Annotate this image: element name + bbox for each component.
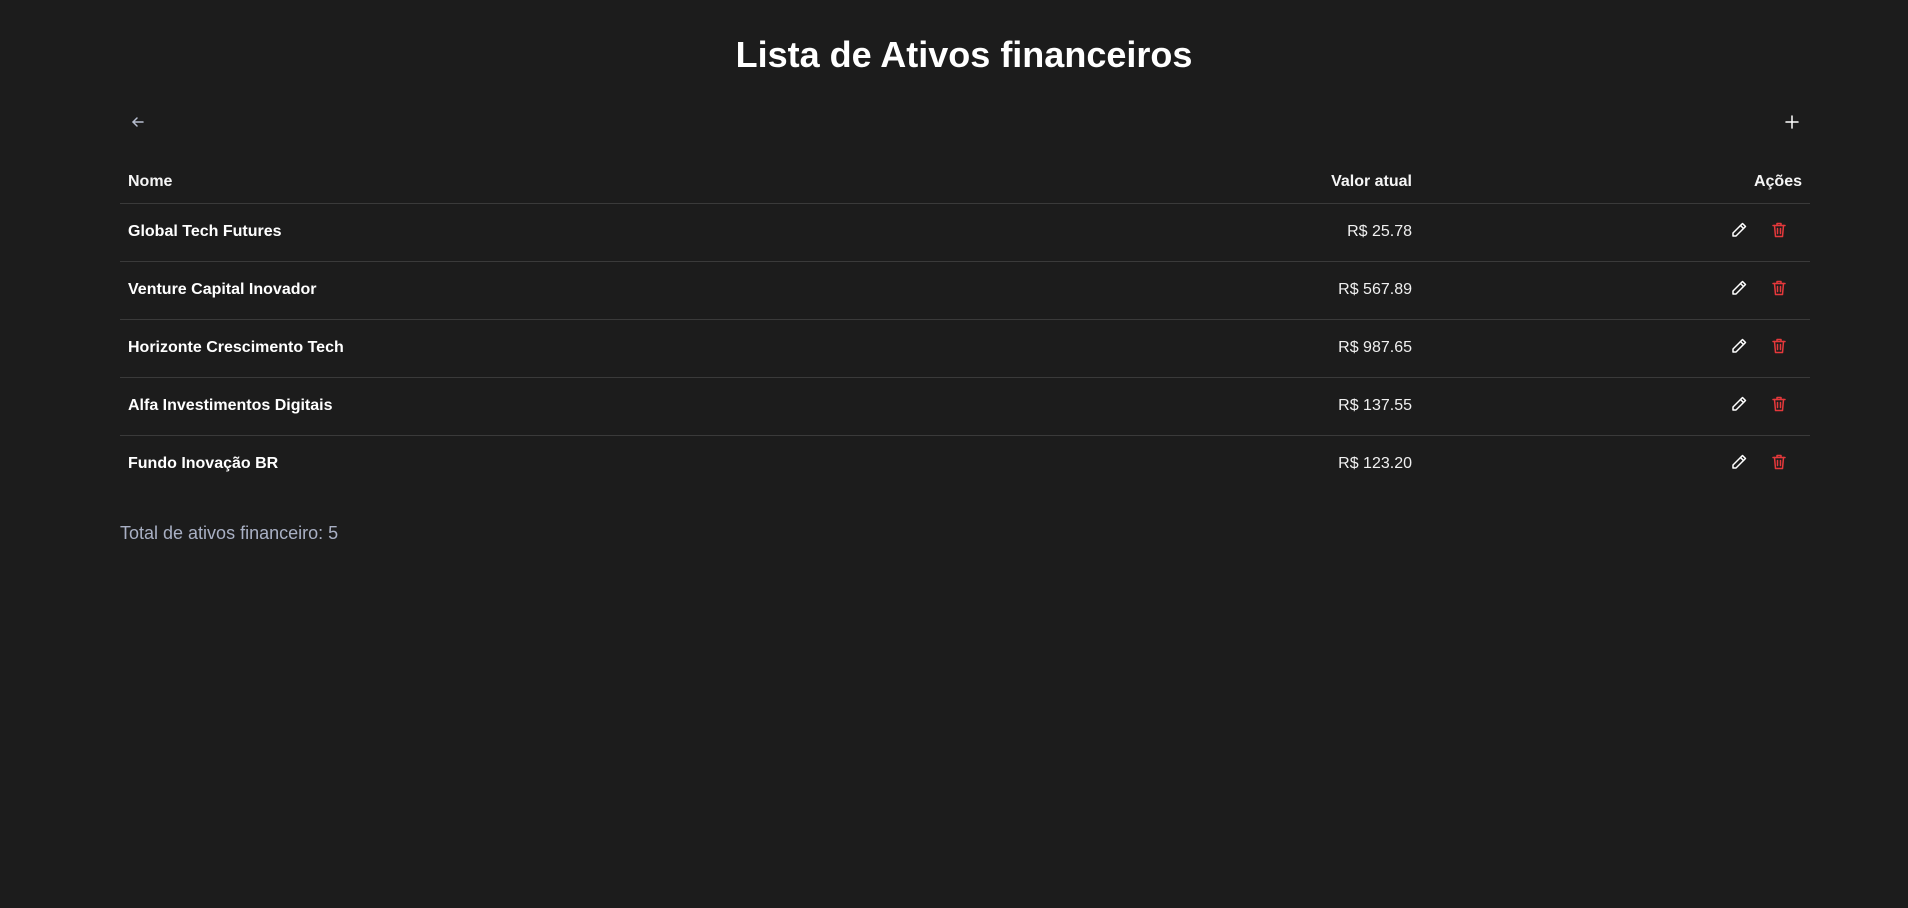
toolbar [120, 108, 1810, 136]
asset-value: R$ 25.78 [1347, 223, 1412, 240]
row-actions [1726, 335, 1792, 361]
row-actions [1726, 451, 1792, 477]
total-assets-count: Total de ativos financeiro: 5 [120, 523, 339, 543]
delete-button[interactable] [1766, 451, 1792, 477]
assets-table: Nome Valor atual Ações Global Tech Futur… [120, 162, 1810, 493]
table-row: Alfa Investimentos Digitais R$ 137.55 [120, 378, 1810, 436]
column-header-actions: Ações [1753, 173, 1802, 190]
table-row: Fundo Inovação BR R$ 123.20 [120, 436, 1810, 493]
row-actions [1726, 277, 1792, 303]
table-row: Venture Capital Inovador R$ 567.89 [120, 262, 1810, 320]
edit-button[interactable] [1726, 393, 1752, 419]
arrow-left-icon [130, 114, 146, 130]
plus-icon [1784, 114, 1800, 130]
row-actions [1726, 219, 1792, 245]
delete-button[interactable] [1766, 335, 1792, 361]
asset-name: Horizonte Crescimento Tech [128, 339, 344, 356]
asset-name: Fundo Inovação BR [128, 455, 279, 472]
edit-button[interactable] [1726, 451, 1752, 477]
table-row: Global Tech Futures R$ 25.78 [120, 204, 1810, 262]
pencil-icon [1730, 453, 1748, 476]
edit-button[interactable] [1726, 219, 1752, 245]
delete-button[interactable] [1766, 277, 1792, 303]
add-asset-button[interactable] [1774, 108, 1810, 136]
edit-button[interactable] [1726, 277, 1752, 303]
delete-button[interactable] [1766, 219, 1792, 245]
table-header: Nome Valor atual Ações [120, 162, 1810, 204]
edit-button[interactable] [1726, 335, 1752, 361]
asset-value: R$ 123.20 [1338, 455, 1412, 472]
pencil-icon [1730, 279, 1748, 302]
asset-name: Alfa Investimentos Digitais [128, 397, 333, 414]
delete-button[interactable] [1766, 393, 1792, 419]
asset-value: R$ 987.65 [1338, 339, 1412, 356]
pencil-icon [1730, 221, 1748, 244]
table-row: Horizonte Crescimento Tech R$ 987.65 [120, 320, 1810, 378]
pencil-icon [1730, 337, 1748, 360]
trash-icon [1770, 395, 1788, 418]
row-actions [1726, 393, 1792, 419]
trash-icon [1770, 221, 1788, 244]
trash-icon [1770, 453, 1788, 476]
asset-value: R$ 137.55 [1338, 397, 1412, 414]
asset-name: Global Tech Futures [128, 223, 282, 240]
trash-icon [1770, 279, 1788, 302]
pencil-icon [1730, 395, 1748, 418]
column-header-name: Nome [128, 173, 173, 190]
trash-icon [1770, 337, 1788, 360]
back-button[interactable] [120, 108, 156, 136]
column-header-value: Valor atual [1331, 173, 1412, 190]
asset-value: R$ 567.89 [1338, 281, 1412, 298]
asset-name: Venture Capital Inovador [128, 281, 317, 298]
page-title: Lista de Ativos financeiros [735, 34, 1193, 75]
